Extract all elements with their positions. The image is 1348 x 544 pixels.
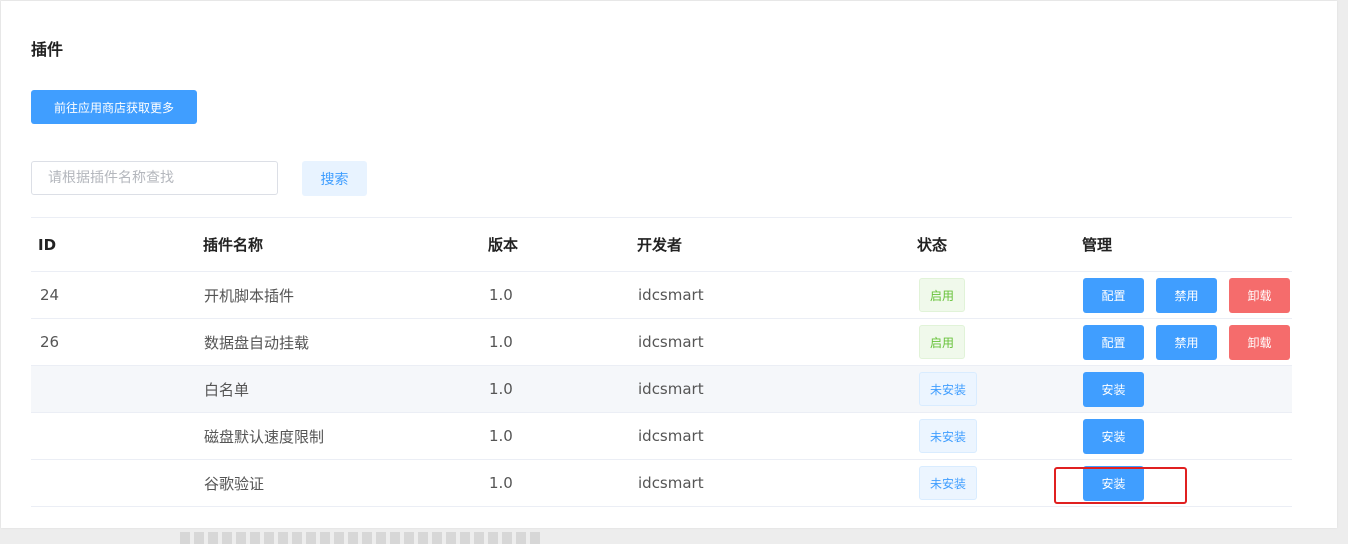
uninstall-button[interactable]: 卸载 (1229, 277, 1290, 313)
row-id: 26 (40, 333, 60, 351)
header-version: 版本 (488, 236, 519, 254)
status-badge: 未安装 (919, 372, 978, 406)
table-row: 24 开机脚本插件 1.0 idcsmart 启用 配置 禁用 卸载 (31, 272, 1292, 319)
row-version: 1.0 (489, 474, 513, 492)
row-name: 磁盘默认速度限制 (204, 427, 325, 446)
plugin-search-input[interactable] (31, 161, 278, 195)
header-developer: 开发者 (637, 236, 683, 254)
row-actions: 安装 (1083, 366, 1144, 412)
row-version: 1.0 (489, 380, 513, 398)
row-actions: 配置 禁用 卸载 (1083, 272, 1290, 318)
row-name: 白名单 (204, 380, 250, 399)
row-developer: idcsmart (638, 474, 704, 492)
row-status: 未安装 (919, 413, 978, 459)
table-row: 白名单 1.0 idcsmart 未安装 安装 (31, 366, 1292, 413)
row-developer: idcsmart (638, 333, 704, 351)
table-row: 谷歌验证 1.0 idcsmart 未安装 安装 (31, 460, 1292, 507)
row-id: 24 (40, 286, 60, 304)
row-name: 谷歌验证 (204, 474, 265, 493)
row-actions: 安装 (1083, 413, 1144, 459)
status-badge: 启用 (919, 325, 966, 359)
table-row: 磁盘默认速度限制 1.0 idcsmart 未安装 安装 (31, 413, 1292, 460)
app-store-button[interactable]: 前往应用商店获取更多 (31, 90, 197, 124)
search-button[interactable]: 搜索 (302, 161, 367, 196)
row-developer: idcsmart (638, 427, 704, 445)
configure-button[interactable]: 配置 (1083, 277, 1144, 313)
install-button[interactable]: 安装 (1083, 371, 1144, 407)
row-version: 1.0 (489, 333, 513, 351)
status-badge: 未安装 (919, 419, 978, 453)
header-id: ID (38, 235, 57, 254)
row-version: 1.0 (489, 427, 513, 445)
row-status: 启用 (919, 272, 966, 318)
obscured-text-strip (180, 532, 540, 544)
row-actions: 安装 (1083, 460, 1144, 506)
row-status: 未安装 (919, 460, 978, 506)
row-status: 启用 (919, 319, 966, 365)
status-badge: 启用 (919, 278, 966, 312)
plugin-table: ID 插件名称 版本 开发者 状态 管理 24 开机脚本插件 1.0 idcsm… (31, 217, 1292, 507)
row-developer: idcsmart (638, 380, 704, 398)
install-button[interactable]: 安装 (1083, 465, 1144, 501)
header-manage: 管理 (1082, 236, 1113, 254)
row-version: 1.0 (489, 286, 513, 304)
row-actions: 配置 禁用 卸载 (1083, 319, 1290, 365)
disable-button[interactable]: 禁用 (1156, 324, 1217, 360)
install-button[interactable]: 安装 (1083, 418, 1144, 454)
status-badge: 未安装 (919, 466, 978, 500)
row-status: 未安装 (919, 366, 978, 412)
table-header: ID 插件名称 版本 开发者 状态 管理 (31, 218, 1292, 272)
uninstall-button[interactable]: 卸载 (1229, 324, 1290, 360)
disable-button[interactable]: 禁用 (1156, 277, 1217, 313)
row-name: 数据盘自动挂载 (204, 333, 310, 352)
table-row: 26 数据盘自动挂载 1.0 idcsmart 启用 配置 禁用 卸载 (31, 319, 1292, 366)
row-developer: idcsmart (638, 286, 704, 304)
row-name: 开机脚本插件 (204, 286, 295, 305)
header-name: 插件名称 (203, 236, 264, 254)
header-status: 状态 (917, 236, 948, 254)
configure-button[interactable]: 配置 (1083, 324, 1144, 360)
page-title: 插件 (31, 40, 64, 59)
